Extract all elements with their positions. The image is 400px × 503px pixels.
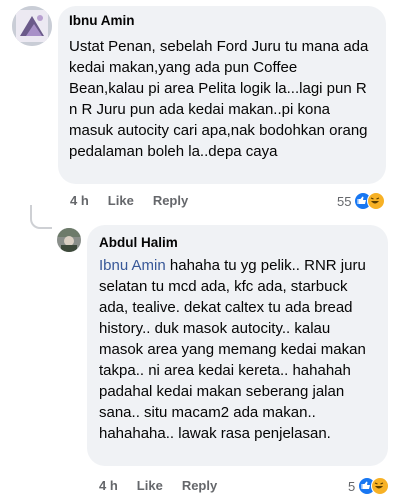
avatar[interactable] [12, 6, 52, 46]
comment-author[interactable]: Abdul Halim [99, 234, 376, 252]
reply-button[interactable]: Reply [153, 193, 188, 208]
reply-button[interactable]: Reply [182, 478, 217, 493]
mention-link[interactable]: Ibnu Amin [99, 257, 166, 274]
comment-bubble: Ibnu Amin Ustat Penan, sebelah Ford Juru… [58, 6, 386, 184]
avatar-image [12, 6, 52, 46]
like-button[interactable]: Like [137, 478, 163, 493]
reaction-count: 55 [337, 193, 352, 209]
comment-author[interactable]: Ibnu Amin [69, 12, 374, 30]
haha-icon [367, 192, 386, 210]
avatar-image [57, 228, 81, 252]
reaction-count: 5 [348, 478, 356, 494]
comment-actions: 4 h Like Reply [99, 478, 236, 493]
reaction-summary[interactable]: 55 [337, 192, 386, 210]
comment-text: Ibnu Amin hahaha tu yg pelik.. RNR juru … [99, 255, 376, 444]
like-button[interactable]: Like [108, 193, 134, 208]
comment-timestamp[interactable]: 4 h [70, 193, 89, 208]
comment-actions: 4 h Like Reply [70, 193, 207, 208]
comment-text-content: hahaha tu yg pelik.. RNR juru selatan tu… [99, 257, 366, 442]
haha-icon [371, 477, 390, 495]
comment-text: Ustat Penan, sebelah Ford Juru tu mana a… [69, 38, 369, 160]
reaction-summary[interactable]: 5 [348, 477, 390, 495]
comment-bubble: Abdul Halim Ibnu Amin hahaha tu yg pelik… [87, 225, 388, 466]
comment-timestamp[interactable]: 4 h [99, 478, 118, 493]
avatar[interactable] [57, 228, 81, 252]
reply-thread-line [30, 205, 52, 229]
